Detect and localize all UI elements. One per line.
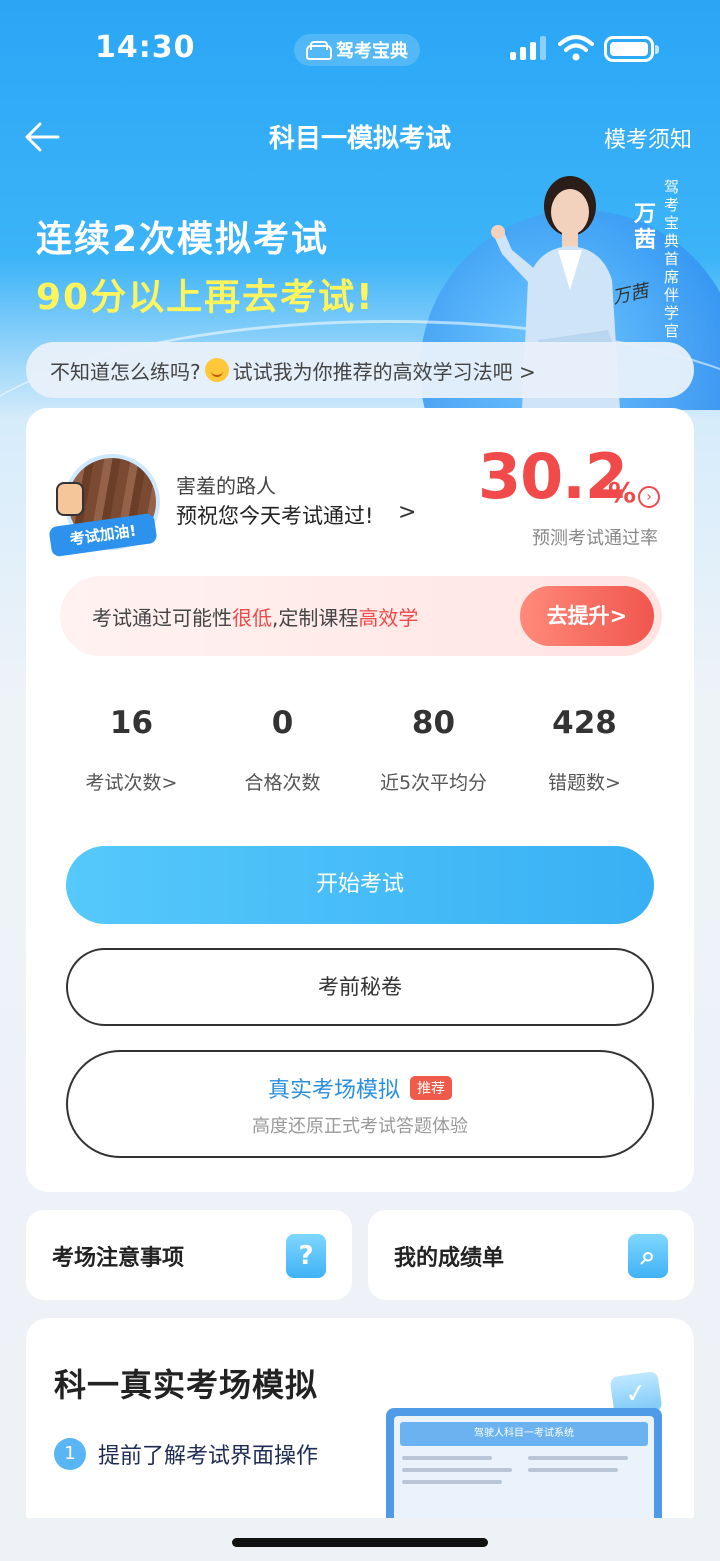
app-badge: 驾考宝典 <box>294 34 420 66</box>
pass-rate-value[interactable]: 30.2 <box>478 440 628 513</box>
study-tip-bar[interactable]: 不知道怎么练吗? 试试我为你推荐的高效学习法吧 > <box>26 342 694 398</box>
improve-button[interactable]: 去提升> <box>520 586 654 646</box>
smile-emoji-icon <box>204 358 229 382</box>
exam-notice-link[interactable]: 模考须知 <box>604 122 692 154</box>
pass-rate-label: 预测考试通过率 <box>532 528 658 549</box>
app-badge-label: 驾考宝典 <box>336 41 408 62</box>
recommend-badge: 推荐 <box>410 1076 452 1100</box>
promo-text: 考试通过可能性很低,定制课程高效学 <box>92 606 419 630</box>
step-item: 1 提前了解考试界面操作 <box>54 1438 318 1470</box>
section-title: 科一真实考场模拟 <box>54 1366 319 1404</box>
step-number: 1 <box>54 1438 86 1470</box>
question-icon: ? <box>286 1234 326 1278</box>
stat-exam-count[interactable]: 16 考试次数> <box>56 698 207 808</box>
stat-average-score: 80 近5次平均分 <box>379 705 488 794</box>
username: 害羞的路人 <box>176 474 276 498</box>
exam-system-preview: 驾驶人科目一考试系统 <box>386 1408 662 1518</box>
secret-paper-button[interactable]: 考前秘卷 <box>66 948 654 1026</box>
chevron-right-icon[interactable]: > <box>398 500 416 525</box>
tip-text-after: 试试我为你推荐的高效学习法吧 > <box>232 359 536 384</box>
car-icon <box>304 41 332 60</box>
host-title: 驾考宝典首席伴学官 <box>664 178 680 340</box>
stat-wrong-count[interactable]: 428 错题数> <box>509 698 660 808</box>
exam-notes-card[interactable]: 考场注意事项 ? <box>26 1210 352 1300</box>
start-exam-button[interactable]: 开始考试 <box>66 846 654 924</box>
sim-subtitle: 高度还原正式考试答题体验 <box>252 1116 468 1137</box>
preview-title: 驾驶人科目一考试系统 <box>400 1422 648 1446</box>
home-indicator[interactable] <box>232 1538 488 1547</box>
wish-text[interactable]: 预祝您今天考试通过! <box>176 500 373 530</box>
chevron-circle-icon[interactable]: › <box>638 486 660 508</box>
exam-stats: 16 考试次数> 0 合格次数 80 近5次平均分 428 错题数> <box>56 698 660 808</box>
nav-bar: 科目一模拟考试 模考须知 <box>0 110 720 166</box>
real-exam-section: 科一真实考场模拟 1 提前了解考试界面操作 ✓ 驾驶人科目一考试系统 <box>26 1318 694 1518</box>
sim-title: 真实考场模拟 <box>267 1078 400 1103</box>
course-promo-bar[interactable]: 考试通过可能性很低,定制课程高效学 去提升> <box>60 576 662 656</box>
battery-icon <box>604 36 659 62</box>
real-exam-simulation-button[interactable]: 真实考场模拟 推荐 高度还原正式考试答题体验 <box>66 1050 654 1158</box>
banner-slogan-line2: 90分以上再去考试! <box>36 277 375 318</box>
score-report-card[interactable]: 我的成绩单 ⌕ <box>368 1210 694 1300</box>
back-arrow-icon[interactable] <box>22 120 62 154</box>
signal-icon <box>510 36 546 60</box>
search-icon: ⌕ <box>628 1234 668 1278</box>
exam-notes-label: 考场注意事项 <box>52 1246 185 1271</box>
step-label: 提前了解考试界面操作 <box>98 1444 319 1469</box>
exam-summary-card: 考试加油! 害羞的路人 预祝您今天考试通过! > 30.2 % › 预测考试通过… <box>26 408 694 1192</box>
fist-icon <box>56 482 84 516</box>
pass-rate-unit: % <box>608 476 637 509</box>
avatar-tag: 考试加油! <box>48 512 158 558</box>
score-report-label: 我的成绩单 <box>394 1246 505 1271</box>
stat-pass-count: 0 合格次数 <box>244 705 321 794</box>
status-time: 14:30 <box>95 30 196 65</box>
status-bar: 14:30 驾考宝典 <box>0 0 720 100</box>
banner-slogan-line1: 连续2次模拟考试 <box>36 219 330 260</box>
tip-text-before: 不知道怎么练吗? <box>50 359 201 384</box>
wifi-icon <box>558 35 594 61</box>
host-name: 万茜 <box>634 202 657 253</box>
